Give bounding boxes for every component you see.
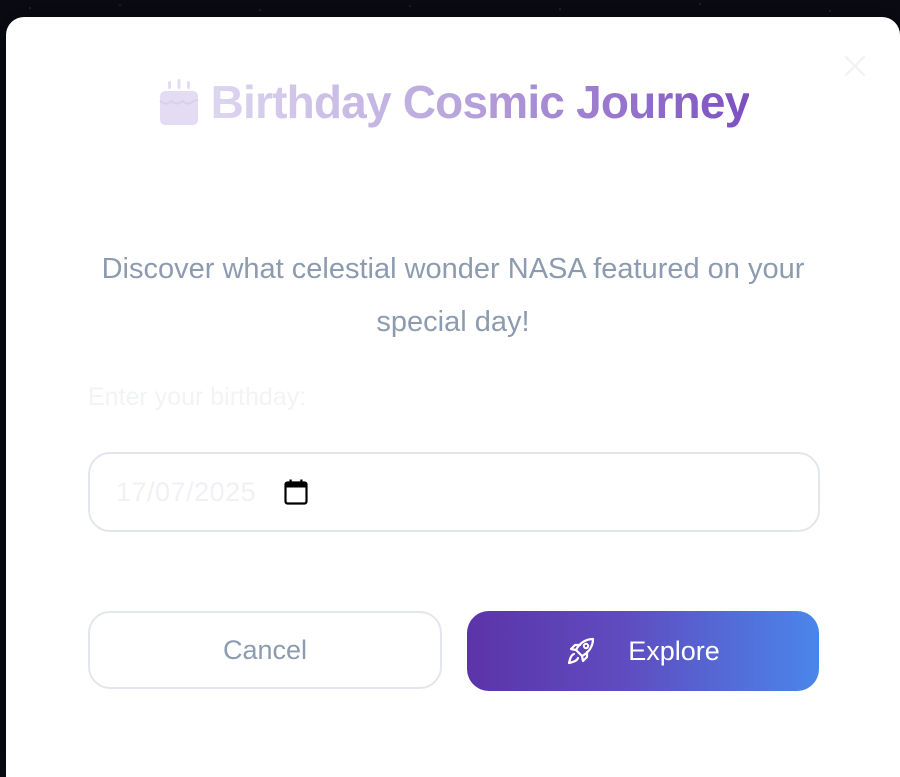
rocket-icon <box>566 636 596 666</box>
modal-header: Birthday Cosmic Journey <box>6 77 900 128</box>
birthday-date-input[interactable]: 17/07/2025 <box>88 452 820 532</box>
birthday-label: Enter your birthday: <box>88 383 306 412</box>
modal-description: Discover what celestial wonder NASA feat… <box>86 243 820 349</box>
explore-label: Explore <box>628 636 720 667</box>
birthday-cake-icon <box>157 79 201 125</box>
calendar-icon[interactable] <box>284 479 308 505</box>
close-icon <box>842 53 868 79</box>
birthday-modal: Birthday Cosmic Journey Discover what ce… <box>6 17 900 777</box>
cancel-button[interactable]: Cancel <box>88 611 442 689</box>
close-button[interactable] <box>842 53 868 79</box>
explore-button[interactable]: Explore <box>467 611 819 691</box>
modal-title: Birthday Cosmic Journey <box>211 77 750 128</box>
date-value: 17/07/2025 <box>116 477 256 508</box>
